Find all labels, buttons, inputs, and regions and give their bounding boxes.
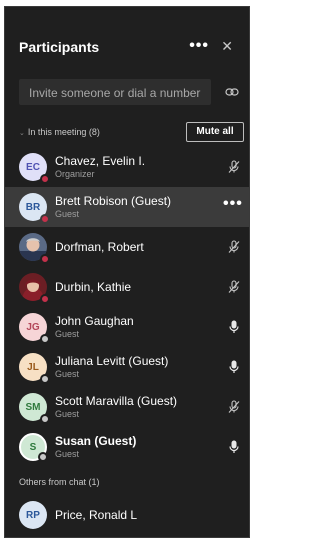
- participant-name: Chavez, Evelin I.: [55, 154, 146, 168]
- participant-name: Brett Robison (Guest): [55, 194, 172, 208]
- avatar: RP: [19, 501, 47, 529]
- participant-row-selected[interactable]: BR Brett Robison (Guest) Guest •••: [5, 187, 249, 227]
- participant-role: Guest: [55, 329, 80, 339]
- participant-row[interactable]: JG John Gaughan Guest: [5, 307, 249, 347]
- more-options-button[interactable]: •••: [189, 38, 209, 54]
- mic-muted-icon[interactable]: [227, 400, 241, 414]
- avatar: BR: [19, 193, 50, 224]
- mic-icon[interactable]: [227, 360, 241, 374]
- participant-row[interactable]: SM Scott Maravilla (Guest) Guest: [5, 387, 249, 427]
- section-others-from-chat[interactable]: Others from chat (1): [19, 477, 100, 487]
- status-icon: [40, 334, 50, 344]
- participant-name: Price, Ronald L: [55, 508, 138, 522]
- participants-panel: Participants ••• ✕ Invite someone or dia…: [4, 6, 250, 538]
- participant-row[interactable]: Durbin, Kathie: [5, 267, 249, 307]
- participant-row[interactable]: RP Price, Ronald L: [5, 495, 249, 535]
- avatar-speaking: S: [19, 433, 48, 462]
- participant-name: Susan (Guest): [55, 434, 137, 448]
- participant-role: Guest: [55, 209, 80, 219]
- participant-name: Scott Maravilla (Guest): [55, 394, 178, 408]
- status-icon: [40, 174, 50, 184]
- participant-name: Juliana Levitt (Guest): [55, 354, 169, 368]
- avatar-photo: [19, 233, 50, 264]
- mic-icon[interactable]: [227, 440, 241, 454]
- avatar: JG: [19, 313, 50, 344]
- panel-title: Participants: [19, 39, 100, 55]
- status-icon: [40, 214, 50, 224]
- status-icon: [40, 294, 50, 304]
- status-icon: [40, 254, 50, 264]
- participant-role: Guest: [55, 369, 80, 379]
- panel-header: Participants ••• ✕: [19, 37, 239, 61]
- more-options-icon[interactable]: •••: [223, 195, 243, 213]
- avatar-photo: [19, 273, 50, 304]
- participant-name: Dorfman, Robert: [55, 240, 144, 254]
- share-link-icon[interactable]: [225, 86, 239, 98]
- close-button[interactable]: ✕: [221, 39, 233, 53]
- mute-all-button[interactable]: Mute all: [186, 122, 244, 142]
- participant-role: Guest: [55, 449, 80, 459]
- mic-muted-icon[interactable]: [227, 240, 241, 254]
- invite-input[interactable]: Invite someone or dial a number: [19, 79, 211, 105]
- participant-row[interactable]: JL Juliana Levitt (Guest) Guest: [5, 347, 249, 387]
- chevron-down-icon: ⌄: [19, 130, 25, 137]
- participant-name: Durbin, Kathie: [55, 280, 132, 294]
- avatar: SM: [19, 393, 50, 424]
- participant-row[interactable]: Dorfman, Robert: [5, 227, 249, 267]
- mic-icon[interactable]: [227, 320, 241, 334]
- mic-muted-icon[interactable]: [227, 280, 241, 294]
- avatar: EC: [19, 153, 50, 184]
- participant-role: Guest: [55, 409, 80, 419]
- status-icon: [40, 374, 50, 384]
- mic-muted-icon[interactable]: [227, 160, 241, 174]
- status-icon: [40, 414, 50, 424]
- section-in-meeting[interactable]: ⌄ In this meeting (8): [19, 127, 100, 137]
- participant-role: Organizer: [55, 169, 95, 179]
- participant-row[interactable]: EC Chavez, Evelin I. Organizer: [5, 147, 249, 187]
- avatar: JL: [19, 353, 50, 384]
- participant-row[interactable]: S Susan (Guest) Guest: [5, 427, 249, 467]
- status-icon: [38, 452, 48, 462]
- participant-name: John Gaughan: [55, 314, 134, 328]
